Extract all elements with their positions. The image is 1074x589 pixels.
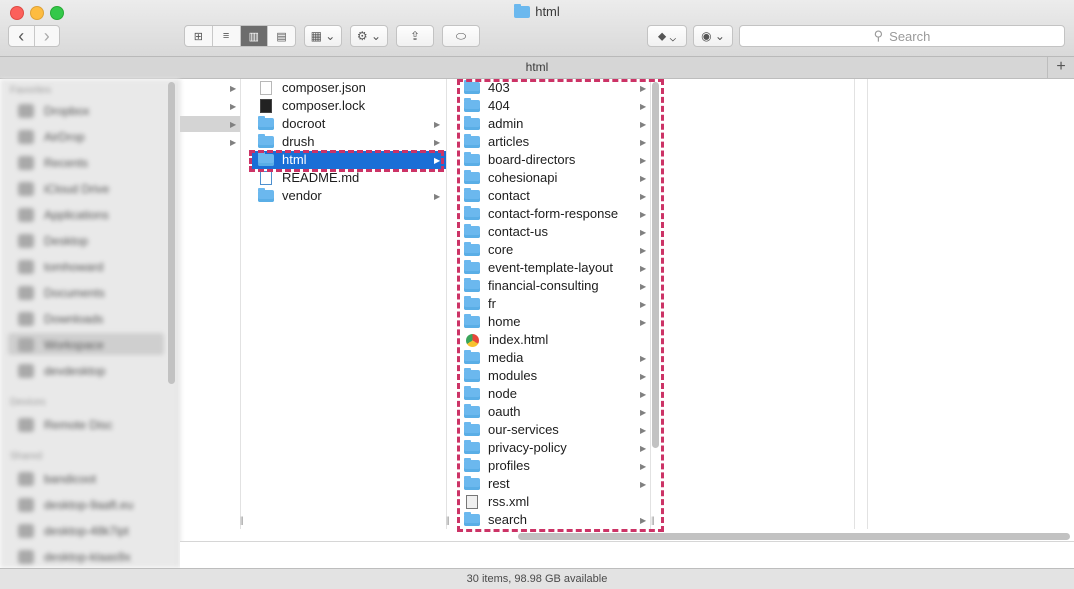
share-button[interactable]: ⇪ [396, 25, 434, 47]
column-empty [664, 79, 855, 529]
sidebar-item-selected[interactable]: Workspace [18, 335, 104, 355]
sidebar-item[interactable]: Desktop [18, 231, 88, 251]
disclosure-arrow-icon: ▶ [230, 120, 237, 129]
cloud-icon [18, 182, 34, 196]
highlight-box-contents [457, 79, 664, 532]
column-resize-handle[interactable]: || [446, 515, 450, 525]
search-icon: ⚲ [873, 28, 884, 43]
icon-view-button[interactable]: ⊞ [185, 26, 213, 46]
column-parent: ▶ ▶ ▶ ▶ || [180, 79, 244, 529]
column-resize-handle[interactable]: || [240, 515, 244, 525]
tab-bar: html + [0, 57, 1074, 79]
document-icon [260, 81, 272, 95]
sidebar-item[interactable]: Downloads [18, 309, 103, 329]
view-mode-control: ⊞ ≡ ▥ ▤ [184, 25, 296, 47]
downloads-icon [18, 312, 34, 326]
finder-window: html ‹ › ⊞ ≡ ▥ ▤ ▦ ⌄ ⚙ ⌄ ⇪ ⬭ ⬥ ⌄ ◉ ⌄ ⚲ S… [0, 0, 1074, 589]
folder-icon [514, 4, 531, 18]
status-bar: 30 items, 98.98 GB available [0, 568, 1074, 589]
markdown-file-icon [260, 171, 272, 185]
file-row[interactable]: vendor [258, 187, 440, 205]
desktop-icon [18, 234, 34, 248]
file-row[interactable]: drush [258, 133, 440, 151]
horizontal-scrollbar[interactable] [518, 533, 1070, 540]
file-name: composer.json [282, 80, 366, 95]
column-view-button[interactable]: ▥ [240, 26, 269, 46]
recents-icon [18, 156, 34, 170]
highlight-box-html [249, 150, 444, 172]
disclosure-arrow-icon: ▶ [230, 138, 237, 147]
sidebar-item[interactable]: Documents [18, 283, 105, 303]
folder-icon [258, 188, 274, 202]
file-row[interactable]: composer.lock [258, 97, 440, 115]
forward-button[interactable]: › [35, 26, 60, 46]
new-tab-button[interactable]: + [1047, 57, 1074, 78]
back-forward-control: ‹ › [8, 25, 60, 47]
disc-icon [18, 418, 34, 432]
sidebar-item[interactable]: tomhoward [18, 257, 103, 277]
gallery-view-button[interactable]: ▤ [268, 26, 295, 46]
sidebar-header-devices: Devices [10, 397, 46, 408]
disclosure-arrow-icon: ▶ [434, 120, 441, 129]
column-empty [855, 79, 868, 529]
sidebar-header-shared: Shared [10, 451, 43, 462]
computer-icon [18, 550, 34, 564]
file-name: drush [282, 134, 315, 149]
terminal-file-icon [260, 99, 272, 113]
home-icon [18, 260, 34, 274]
disclosure-arrow-icon: ▶ [230, 102, 237, 111]
sidebar-item[interactable]: Dropbox [18, 101, 89, 121]
sidebar-scrollbar[interactable] [168, 82, 175, 384]
sidebar-item[interactable]: devdesktop [18, 361, 105, 381]
applications-icon [18, 208, 34, 222]
folder-icon [18, 338, 34, 352]
search-field[interactable]: ⚲ Search [739, 25, 1065, 47]
column-project: composer.json composer.lock docroot ▶ drush ▶… [252, 79, 450, 529]
file-name: vendor [282, 188, 322, 203]
sidebar-item[interactable]: iCloud Drive [18, 179, 109, 199]
sidebar-item[interactable]: desktop-9aaft.eu [18, 495, 133, 515]
disclosure-arrow-icon: ▶ [434, 138, 441, 147]
dropbox-button[interactable]: ⬥ ⌄ [647, 25, 687, 47]
sidebar-item[interactable]: Remote Disc [18, 415, 113, 435]
airdrop-icon [18, 130, 34, 144]
back-button[interactable]: ‹ [9, 26, 35, 46]
dropbox-icon [18, 104, 34, 118]
computer-icon [18, 498, 34, 512]
action-button[interactable]: ⚙ ⌄ [350, 25, 388, 47]
file-row[interactable]: composer.json [258, 79, 440, 97]
quicklook-button[interactable]: ◉ ⌄ [693, 25, 733, 47]
file-row[interactable]: docroot [258, 115, 440, 133]
sidebar-item[interactable]: desktop-48k7ipt [18, 521, 129, 541]
disclosure-arrow-icon: ▶ [230, 84, 237, 93]
tab-html[interactable]: html [526, 60, 549, 74]
file-name: composer.lock [282, 98, 366, 113]
sidebar-header-favorites: Favorites [10, 85, 52, 96]
arrange-button[interactable]: ▦ ⌄ [304, 25, 342, 47]
window-title: html [0, 4, 1074, 19]
sidebar: Favorites Dropbox AirDrop Recents iCloud… [0, 79, 180, 568]
sidebar-item[interactable]: Recents [18, 153, 88, 173]
tag-button[interactable]: ⬭ [442, 25, 480, 47]
sidebar-item[interactable]: AirDrop [18, 127, 85, 147]
toolbar: html ‹ › ⊞ ≡ ▥ ▤ ▦ ⌄ ⚙ ⌄ ⇪ ⬭ ⬥ ⌄ ◉ ⌄ ⚲ S… [0, 0, 1074, 57]
computer-icon [18, 524, 34, 538]
search-placeholder: Search [889, 28, 931, 44]
sidebar-item[interactable]: Applications [18, 205, 109, 225]
list-view-button[interactable]: ≡ [213, 26, 241, 46]
computer-icon [18, 472, 34, 486]
documents-icon [18, 286, 34, 300]
folder-icon [258, 134, 274, 148]
column-footer [180, 541, 1074, 569]
folder-icon [18, 364, 34, 378]
sidebar-item[interactable]: bandicoot [18, 469, 96, 489]
file-name: docroot [282, 116, 326, 131]
sidebar-item[interactable]: desktop-klaas9x [18, 547, 131, 567]
disclosure-arrow-icon: ▶ [434, 192, 441, 201]
folder-icon [258, 116, 274, 130]
